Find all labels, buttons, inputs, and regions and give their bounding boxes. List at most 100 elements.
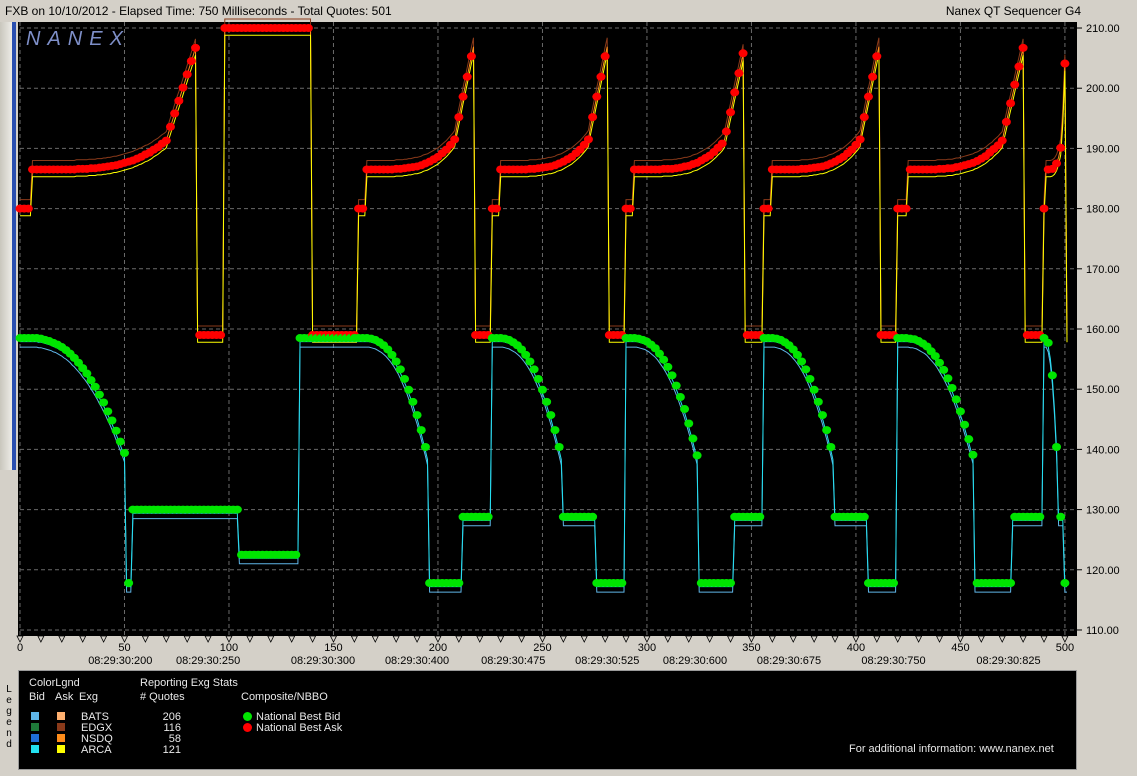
bid-marker [412, 411, 422, 420]
ask-marker [872, 52, 882, 61]
bid-marker [395, 365, 405, 374]
ask-marker [161, 136, 171, 145]
x-minor-tick [162, 635, 170, 643]
y-axis: 110.00 120.00 130.00 140.00 150.00 160.00 170.… [1077, 23, 1120, 637]
bid-marker [103, 407, 113, 416]
x-minor-tick [726, 635, 735, 643]
y-tick-label: 120.00 [1086, 565, 1120, 577]
x-minor-tick [517, 635, 526, 643]
y-tick-label: 180.00 [1086, 204, 1120, 216]
y-tick-label: 190.00 [1086, 143, 1120, 155]
ask-marker [625, 204, 635, 213]
x-minor-tick [204, 635, 212, 643]
bid-marker [291, 550, 301, 559]
ask-marker [216, 331, 226, 340]
ask-marker [901, 204, 911, 213]
x-minor-tick [873, 635, 881, 643]
x-minor-tick [977, 635, 985, 643]
x-minor-tick [455, 635, 463, 643]
nbbo-dot [243, 723, 252, 732]
bid-marker [617, 579, 627, 588]
time-label: 08:29:30:675 [757, 655, 821, 667]
bid-swatch [31, 723, 39, 731]
x-minor-tick [79, 635, 87, 643]
ask-marker [855, 135, 865, 144]
ask-marker [454, 113, 464, 122]
legend-vertical-letter: g [6, 706, 12, 717]
ask-swatch [57, 723, 65, 731]
quotes-header: # Quotes [140, 691, 185, 703]
ask-swatch [57, 745, 65, 753]
side-panel-border [12, 22, 16, 470]
ask-marker [1001, 117, 1011, 126]
bid-marker [1043, 338, 1053, 347]
x-tick-label: 350 [742, 642, 760, 654]
x-minor-tick [685, 635, 693, 643]
x-tick-label: 50 [118, 642, 130, 654]
x-axis: 0 50 100 150 200 250 300 350 400 450 500 08:29:30:2… [16, 635, 1074, 667]
legend-vertical-letter: d [6, 739, 12, 750]
x-minor-tick [183, 635, 191, 643]
time-label: 08:29:30:475 [481, 655, 545, 667]
bid-marker [124, 579, 134, 588]
x-minor-tick [914, 635, 923, 643]
ask-marker [592, 92, 602, 101]
time-label: 08:29:30:250 [176, 655, 240, 667]
bid-marker [111, 426, 121, 435]
x-tick-label: 400 [847, 642, 865, 654]
x-minor-tick [1019, 635, 1027, 643]
exg-header: Exg [79, 691, 98, 703]
bid-marker [416, 426, 426, 435]
ask-marker [583, 135, 593, 144]
bid-marker [537, 385, 547, 394]
x-minor-tick [58, 635, 66, 643]
x-tick-label: 250 [533, 642, 551, 654]
x-minor-tick [476, 635, 484, 643]
ask-marker [170, 109, 180, 118]
bid-header: Bid [29, 691, 45, 703]
nbbo-label: National Best Ask [256, 722, 343, 734]
bid-marker [675, 393, 685, 402]
bid-marker [964, 435, 974, 444]
x-minor-tick [998, 635, 1006, 643]
bid-marker [483, 512, 493, 521]
ask-marker [182, 70, 192, 79]
bid-marker [889, 579, 899, 588]
x-tick-label: 0 [17, 642, 23, 654]
y-tick-label: 160.00 [1086, 324, 1120, 336]
ask-marker [1006, 99, 1016, 108]
x-minor-tick [267, 635, 275, 643]
bid-marker [805, 374, 815, 383]
bid-marker [960, 420, 970, 429]
x-minor-tick [705, 635, 714, 643]
x-minor-tick [371, 635, 379, 643]
bid-marker [671, 381, 681, 390]
bid-marker [420, 442, 430, 451]
x-tick-label: 150 [324, 642, 342, 654]
ask-marker [588, 113, 598, 122]
ask-marker [1010, 80, 1020, 89]
x-minor-tick [37, 635, 45, 643]
nbbo-chart: NANEX 110.00 120.00 130.00 140.00 150.00 160.… [0, 18, 1120, 667]
exchange-name: ARCA [81, 744, 112, 756]
ask-marker [358, 204, 368, 213]
time-label: 08:29:30:750 [861, 655, 925, 667]
ask-marker [1039, 204, 1049, 213]
time-label: 08:29:30:200 [88, 655, 152, 667]
ask-marker [491, 204, 501, 213]
time-label: 08:29:30:400 [385, 655, 449, 667]
bid-marker [232, 505, 242, 514]
footer-link[interactable]: For additional information: www.nanex.ne… [849, 743, 1054, 755]
ask-marker [997, 136, 1007, 145]
legend-panel: ColorLgnd Bid Ask Exg Reporting Exg Stat… [18, 670, 1077, 770]
bid-marker [935, 358, 945, 367]
x-tick-label: 500 [1056, 642, 1074, 654]
bid-marker [94, 390, 104, 399]
time-label: 08:29:30:825 [976, 655, 1040, 667]
bid-marker [801, 365, 811, 374]
bid-marker [1052, 442, 1062, 451]
bid-marker [404, 385, 414, 394]
x-minor-tick [559, 635, 568, 643]
ask-marker [730, 88, 740, 97]
bid-marker [943, 374, 953, 383]
